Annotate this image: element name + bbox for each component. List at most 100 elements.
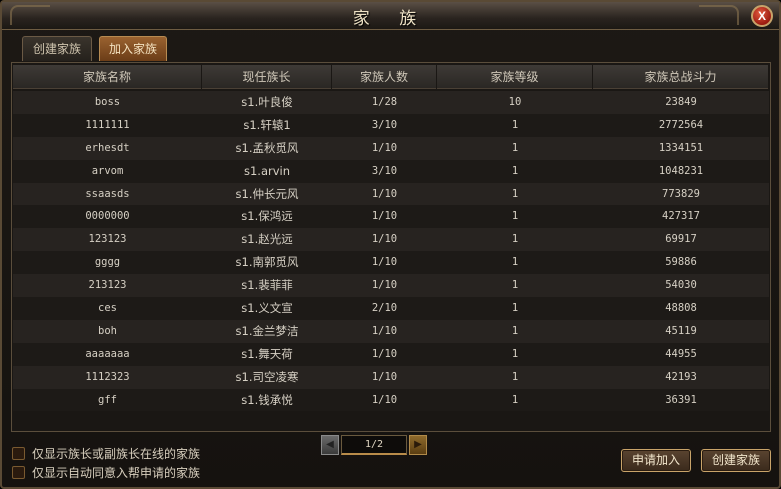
cell-member-count: 1/10: [371, 347, 398, 360]
cell-family-name: ces: [98, 302, 117, 315]
cell-leader: s1.舞天荷: [241, 346, 293, 361]
table-row[interactable]: 213123 s1.裴菲菲 1/10 1 54030: [13, 274, 769, 298]
header-leader[interactable]: 现任族长: [202, 65, 332, 89]
page-indicator: 1/2: [341, 435, 407, 455]
table-header: 家族名称 现任族长 家族人数 家族等级 家族总战斗力: [13, 65, 769, 89]
cell-total-power: 1048231: [658, 164, 704, 177]
cell-member-count: 3/10: [371, 118, 398, 131]
cell-family-name: 1112323: [85, 370, 130, 383]
cell-total-power: 48808: [665, 302, 697, 315]
cell-leader: s1.轩辕1: [243, 117, 291, 132]
table-row[interactable]: ssaasds s1.仲长元风 1/10 1 773829: [13, 182, 769, 206]
cell-leader: s1.arvin: [243, 163, 291, 178]
family-window: 家 族 X 创建家族 加入家族 家族名称 现任族长 家族人数 家族等级 家族总战…: [0, 0, 781, 489]
table-row[interactable]: 1111111 s1.轩辕1 3/10 1 2772564: [13, 113, 769, 137]
online-leaders-checkbox[interactable]: [12, 446, 25, 460]
cell-member-count: 1/10: [371, 256, 398, 269]
cell-family-name: erhesdt: [85, 141, 130, 154]
filter-online-leaders[interactable]: 仅显示族长或副族长在线的家族: [12, 445, 200, 461]
close-button[interactable]: X: [751, 5, 773, 27]
cell-family-name: ssaasds: [85, 187, 130, 200]
cell-total-power: 44955: [665, 347, 697, 360]
cell-family-name: boss: [94, 96, 121, 108]
cell-family-level: 1: [511, 324, 519, 337]
cell-family-level: 1: [511, 210, 519, 223]
cell-member-count: 1/10: [371, 233, 398, 246]
cell-family-level: 10: [508, 96, 522, 108]
filter-auto-accept[interactable]: 仅显示自动同意入帮申请的家族: [12, 464, 200, 480]
create-family-button[interactable]: 创建家族: [701, 449, 771, 472]
table-row[interactable]: gggg s1.南郭觅风 1/10 1 59886: [13, 251, 769, 275]
cell-member-count: 1/10: [371, 393, 398, 406]
cell-total-power: 1334151: [658, 141, 704, 154]
cell-leader: s1.义文宣: [241, 301, 293, 316]
table-row[interactable]: erhesdt s1.孟秋觅风 1/10 1 1334151: [13, 136, 769, 160]
cell-leader: s1.保鸿远: [241, 209, 293, 224]
table-row[interactable]: 0000000 s1.保鸿远 1/10 1 427317: [13, 205, 769, 229]
cell-family-level: 1: [511, 187, 519, 200]
cell-leader: s1.孟秋觅风: [235, 140, 299, 155]
header-total-power[interactable]: 家族总战斗力: [593, 65, 769, 89]
cell-family-level: 1: [511, 233, 519, 246]
cell-total-power: 23849: [665, 96, 697, 108]
table-row[interactable]: arvom s1.arvin 3/10 1 1048231: [13, 159, 769, 183]
cell-member-count: 1/10: [371, 210, 398, 223]
cell-leader: s1.金兰梦洁: [235, 323, 299, 338]
cell-family-name: 0000000: [85, 210, 130, 223]
table-row[interactable]: gff s1.钱承悦 1/10 1 36391: [13, 388, 769, 412]
arrow-right-icon[interactable]: ▶: [409, 435, 427, 455]
cell-total-power: 773829: [662, 187, 700, 200]
cell-family-level: 1: [511, 141, 519, 154]
cell-total-power: 45119: [665, 324, 697, 337]
title-ornament-right: [699, 5, 739, 25]
cell-total-power: 59886: [665, 256, 697, 269]
table-row[interactable]: aaaaaaa s1.舞天荷 1/10 1 44955: [13, 342, 769, 366]
auto-accept-label: 仅显示自动同意入帮申请的家族: [32, 465, 201, 480]
cell-family-level: 1: [511, 256, 519, 269]
cell-family-name: 213123: [88, 279, 127, 292]
family-list-panel: 家族名称 现任族长 家族人数 家族等级 家族总战斗力 boss s1.叶良俊 1/2…: [11, 62, 771, 432]
cell-leader: s1.裴菲菲: [241, 278, 293, 293]
cell-member-count: 2/10: [371, 302, 398, 315]
titlebar: 家 族 X: [2, 2, 779, 30]
auto-accept-checkbox[interactable]: [12, 465, 25, 479]
cell-leader: s1.叶良俊: [241, 95, 293, 109]
cell-family-name: gggg: [94, 256, 121, 269]
cell-family-name: aaaaaaa: [85, 347, 130, 360]
table-row[interactable]: boss s1.叶良俊 1/28 10 23849: [13, 91, 769, 114]
cell-total-power: 2772564: [658, 118, 704, 131]
cell-leader: s1.赵光远: [241, 232, 293, 247]
cell-member-count: 1/10: [371, 370, 398, 383]
cell-family-level: 1: [511, 279, 519, 292]
cell-total-power: 36391: [665, 393, 697, 406]
cell-family-level: 1: [511, 164, 519, 177]
cell-family-name: gff: [98, 393, 117, 406]
cell-family-level: 1: [511, 393, 519, 406]
cell-leader: s1.南郭觅风: [235, 255, 299, 270]
arrow-left-icon[interactable]: ◀: [321, 435, 339, 455]
table-row[interactable]: 1112323 s1.司空凌寒 1/10 1 42193: [13, 365, 769, 389]
cell-family-name: boh: [98, 324, 117, 337]
header-family-name[interactable]: 家族名称: [13, 65, 202, 89]
tab-create-family[interactable]: 创建家族: [22, 36, 92, 61]
apply-join-button[interactable]: 申请加入: [621, 449, 691, 472]
cell-member-count: 1/10: [371, 187, 398, 200]
cell-family-name: 1111111: [85, 118, 130, 131]
pager: ◀ 1/2 ▶: [321, 435, 427, 455]
cell-total-power: 54030: [665, 279, 697, 292]
cell-family-level: 1: [511, 118, 519, 131]
cell-leader: s1.司空凌寒: [235, 369, 299, 384]
table-row[interactable]: 123123 s1.赵光远 1/10 1 69917: [13, 228, 769, 252]
header-member-count[interactable]: 家族人数: [332, 65, 437, 89]
cell-member-count: 3/10: [371, 164, 398, 177]
cell-member-count: 1/10: [371, 324, 398, 337]
cell-family-name: 123123: [88, 233, 127, 246]
window-title: 家 族: [352, 9, 429, 29]
table-row[interactable]: ces s1.义文宣 2/10 1 48808: [13, 297, 769, 320]
cell-total-power: 427317: [662, 210, 700, 223]
header-family-level[interactable]: 家族等级: [437, 65, 593, 89]
tab-join-family[interactable]: 加入家族: [99, 36, 167, 61]
table-row[interactable]: boh s1.金兰梦洁 1/10 1 45119: [13, 319, 769, 343]
table-body: boss s1.叶良俊 1/28 10 23849 1111111 s1.轩辕1 3/10 1 2…: [13, 91, 769, 412]
cell-family-level: 1: [511, 302, 519, 315]
